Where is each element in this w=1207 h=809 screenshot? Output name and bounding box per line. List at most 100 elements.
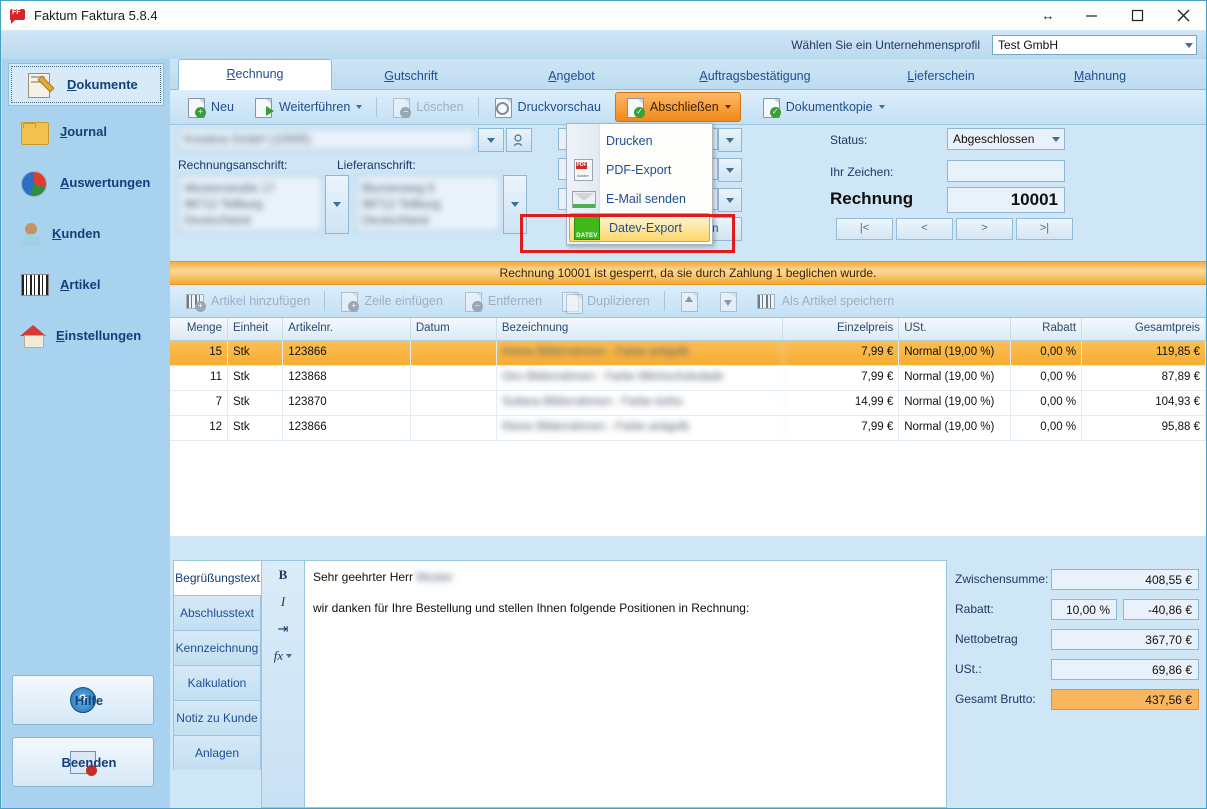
- column-header-datum[interactable]: Datum: [411, 318, 497, 340]
- rechnungsanschrift-label: Rechnungsanschrift:: [178, 158, 288, 172]
- chevron-down-icon: [724, 105, 731, 109]
- chevron-down-icon: [511, 202, 519, 207]
- move-up-button[interactable]: [669, 286, 708, 316]
- hidden-dropdown-1[interactable]: [718, 128, 742, 152]
- loeschen-button[interactable]: − Löschen: [381, 92, 473, 122]
- btab-notiz-zu-kunde[interactable]: Notiz zu Kunde: [173, 700, 261, 735]
- btab-kalkulation[interactable]: Kalkulation: [173, 665, 261, 700]
- weiterfuehren-button[interactable]: Weiterführen: [244, 92, 372, 122]
- tab-mahnung[interactable]: Mahnung: [1025, 63, 1175, 89]
- column-header-einheit[interactable]: Einheit: [228, 318, 284, 340]
- totals-value[interactable]: 437,56 €: [1051, 688, 1199, 710]
- move-down-button[interactable]: [708, 286, 747, 316]
- chevron-down-icon: [487, 137, 495, 143]
- continue-document-icon: [254, 97, 274, 118]
- tab-auftragsbestaetigung[interactable]: Auftragsbestätigung: [653, 63, 857, 89]
- function-button[interactable]: fx: [274, 648, 293, 664]
- ihr-zeichen-field[interactable]: [947, 160, 1065, 182]
- exit-button[interactable]: ✕ Beenden: [12, 737, 154, 787]
- rechnungsanschrift-dropdown-button[interactable]: [325, 175, 349, 234]
- sidebar-item-einstellungen[interactable]: Einstellungen: [2, 310, 170, 361]
- hidden-dropdown-2[interactable]: [718, 158, 742, 182]
- status-select[interactable]: Abgeschlossen: [947, 128, 1065, 150]
- abschliessen-button[interactable]: ✓ Abschließen: [614, 92, 741, 122]
- menu-item-email-senden[interactable]: E-Mail senden: [567, 184, 712, 213]
- column-header-gesamtpreis[interactable]: Gesamtpreis: [1082, 318, 1207, 340]
- totals-row-gesamt-brutto: Gesamt Brutto: 437,56 €: [955, 688, 1199, 710]
- customer-dropdown-button[interactable]: [478, 128, 504, 152]
- artikel-hinzufuegen-label: Artikel hinzufügen: [211, 294, 311, 308]
- duplizieren-button[interactable]: Duplizieren: [552, 286, 660, 316]
- chevron-down-icon: [726, 167, 734, 173]
- zeile-einfuegen-label: Zeile einfügen: [364, 294, 443, 308]
- cell-rabatt: 0,00 %: [1011, 416, 1083, 440]
- btab-begruessungstext[interactable]: Begrüßungstext: [173, 560, 261, 595]
- artikel-hinzufuegen-button[interactable]: + Artikel hinzufügen: [176, 286, 320, 316]
- sidebar-item-journal[interactable]: Journal: [2, 106, 170, 157]
- btab-anlagen[interactable]: Anlagen: [173, 735, 261, 770]
- menu-item-label: PDF-Export: [606, 162, 672, 177]
- profile-label: Wählen Sie ein Unternehmensprofil: [791, 38, 980, 52]
- als-artikel-speichern-button[interactable]: Als Artikel speichern: [747, 286, 905, 316]
- rechnungsanschrift-field[interactable]: Westenstraße 17 98712 Tellburg Deutschla…: [178, 175, 323, 232]
- nav-next-button[interactable]: >: [956, 218, 1013, 240]
- bold-button[interactable]: B: [279, 567, 288, 583]
- cell-bezeichnung: Kleine Bilderrahmen - Farbe antigolb: [497, 341, 783, 365]
- document-number-field[interactable]: 10001: [947, 187, 1065, 213]
- zeile-einfuegen-button[interactable]: + Zeile einfügen: [329, 286, 453, 316]
- italic-button[interactable]: I: [281, 594, 285, 610]
- column-header-einzelpreis[interactable]: Einzelpreis: [783, 318, 900, 340]
- sidebar-item-dokumente[interactable]: Dokumente: [8, 63, 164, 106]
- profile-select[interactable]: Test GmbH: [992, 35, 1197, 55]
- column-header-rabatt[interactable]: Rabatt: [1011, 318, 1083, 340]
- nav-last-button[interactable]: >|: [1016, 218, 1073, 240]
- neu-button[interactable]: + Neu: [176, 92, 244, 122]
- window-controls: ↔: [1028, 1, 1206, 30]
- maximize-icon[interactable]: [1114, 1, 1160, 30]
- close-icon[interactable]: [1160, 1, 1206, 30]
- tab-rechnung[interactable]: Rechnung: [178, 59, 332, 90]
- table-row[interactable]: 12 Stk 123866 Kleine Bilderrahmen - Farb…: [170, 416, 1207, 441]
- entfernen-button[interactable]: − Entfernen: [453, 286, 552, 316]
- totals-value[interactable]: -40,86 €: [1123, 598, 1199, 620]
- btab-kennzeichnung[interactable]: Kennzeichnung: [173, 630, 261, 665]
- table-row[interactable]: 7 Stk 123870 Suliana Bilderrahmen - Farb…: [170, 391, 1207, 416]
- totals-label: Nettobetrag: [955, 632, 1018, 646]
- column-header-artikelnr[interactable]: Artikelnr.: [283, 318, 411, 340]
- menu-item-pdf-export[interactable]: PDF Adobe PDF-Export: [567, 155, 712, 184]
- column-header-ust[interactable]: USt.: [899, 318, 1011, 340]
- nav-prev-button[interactable]: <: [896, 218, 953, 240]
- insert-row-icon: +: [339, 291, 360, 312]
- indent-button[interactable]: ⇥: [278, 621, 289, 637]
- tab-lieferschein[interactable]: Lieferschein: [857, 63, 1025, 89]
- totals-value[interactable]: 408,55 €: [1051, 568, 1199, 590]
- column-header-bezeichnung[interactable]: Bezeichnung: [497, 318, 783, 340]
- nav-first-button[interactable]: |<: [836, 218, 893, 240]
- totals-value[interactable]: 367,70 €: [1051, 628, 1199, 650]
- totals-percent[interactable]: 10,00 %: [1051, 598, 1117, 620]
- help-button[interactable]: ? Hilfe: [12, 675, 154, 725]
- table-row[interactable]: 15 Stk 123866 Kleine Bilderrahmen - Farb…: [170, 341, 1207, 366]
- resize-icon[interactable]: ↔: [1028, 1, 1068, 30]
- tab-gutschrift[interactable]: Gutschrift: [332, 63, 490, 89]
- sidebar-item-artikel[interactable]: Artikel: [2, 259, 170, 310]
- totals-value[interactable]: 69,86 €: [1051, 658, 1199, 680]
- tab-angebot[interactable]: Angebot: [490, 63, 653, 89]
- btab-abschlusstext[interactable]: Abschlusstext: [173, 595, 261, 630]
- lieferanschrift-field[interactable]: Blumenweg 5 98712 Tellburg Deutschland: [356, 175, 501, 232]
- customer-edit-button[interactable]: [506, 128, 532, 152]
- minimize-icon[interactable]: [1068, 1, 1114, 30]
- chevron-down-icon: [356, 105, 363, 109]
- hidden-dropdown-3[interactable]: [718, 188, 742, 212]
- dokumentkopie-button[interactable]: ✓ Dokumentkopie: [751, 92, 895, 122]
- editor-content[interactable]: Sehr geehrter Herr Muster wir danken für…: [305, 561, 946, 807]
- sidebar-item-auswertungen[interactable]: Auswertungen: [2, 157, 170, 208]
- column-header-menge[interactable]: Menge: [170, 318, 228, 340]
- sidebar-item-kunden[interactable]: Kunden: [2, 208, 170, 259]
- druckvorschau-button[interactable]: Druckvorschau: [483, 92, 611, 122]
- bottom-panel: Begrüßungstext Abschlusstext Kennzeichnu…: [170, 558, 1206, 808]
- cell-einzelpreis: 7,99 €: [783, 341, 900, 365]
- menu-item-drucken[interactable]: Drucken: [567, 126, 712, 155]
- customer-field[interactable]: Kreativa GmbH (10005): [178, 128, 476, 150]
- table-row[interactable]: 11 Stk 123868 Oiro Bilderrahmen - Farbe …: [170, 366, 1207, 391]
